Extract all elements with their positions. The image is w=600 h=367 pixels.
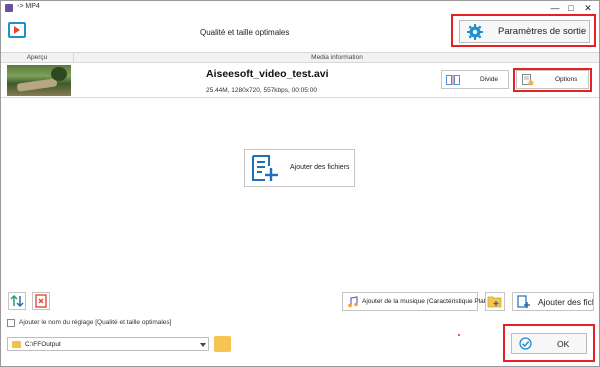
chevron-down-icon (200, 343, 206, 347)
video-converter-icon (8, 22, 26, 38)
delete-button[interactable] (32, 292, 50, 310)
add-files-toolbar-button[interactable]: Ajouter des fichiers (512, 292, 594, 311)
divide-button[interactable]: Divide (441, 70, 509, 89)
options-label: Options (555, 76, 578, 83)
folder-add-icon (487, 296, 502, 308)
gear-icon (467, 24, 483, 40)
column-preview: Aperçu (1, 53, 74, 62)
close-button[interactable]: ✕ (581, 2, 595, 14)
sort-icon (10, 294, 24, 308)
window-title: -> MP4 (17, 3, 40, 10)
cursor-dot (458, 334, 460, 336)
title-bar: -> MP4 — □ ✕ (1, 1, 599, 15)
add-music-button[interactable]: Ajouter de la musique (Caractéristique P… (342, 292, 496, 311)
folder-icon (12, 341, 21, 348)
sort-button[interactable] (8, 292, 26, 310)
minimize-button[interactable]: — (548, 2, 562, 14)
divide-label: Divide (480, 76, 499, 83)
output-settings-label: Paramètres de sortie (498, 26, 587, 37)
split-icon (446, 75, 460, 85)
preset-name-checkbox-label: Ajouter le nom du réglage [Qualité et ta… (19, 319, 172, 326)
column-media-info: Media information (311, 54, 363, 61)
app-icon (5, 4, 13, 12)
add-music-label: Ajouter de la musique (Caractéristique P… (362, 298, 497, 305)
file-info: 25.44M, 1280x720, 557kbps, 00:05:00 (206, 87, 317, 94)
add-folder-button[interactable] (485, 292, 505, 311)
ok-label: OK (557, 339, 570, 349)
output-path-value: C:\FFOutput (25, 341, 61, 348)
add-file-icon (517, 295, 530, 308)
video-thumbnail (7, 65, 71, 96)
options-button[interactable]: Options (516, 70, 589, 89)
output-settings-button[interactable]: Paramètres de sortie (459, 20, 590, 43)
table-header: Aperçu Media information (1, 52, 599, 63)
page-title: Qualité et taille optimales (200, 28, 290, 37)
preset-name-checkbox[interactable] (7, 319, 15, 327)
output-path-select[interactable]: C:\FFOutput (7, 337, 209, 351)
check-circle-icon (519, 337, 532, 350)
table-row[interactable]: Aiseesoft_video_test.avi 25.44M, 1280x72… (1, 63, 599, 98)
add-file-icon (252, 155, 278, 181)
file-name: Aiseesoft_video_test.avi (206, 68, 329, 80)
maximize-button[interactable]: □ (564, 2, 578, 14)
ok-button[interactable]: OK (511, 333, 587, 354)
add-files-label: Ajouter des fichiers (290, 164, 350, 171)
music-icon (348, 296, 358, 308)
edit-settings-icon (522, 74, 534, 86)
add-files-toolbar-label: Ajouter des fichiers (538, 297, 593, 307)
add-files-button[interactable]: Ajouter des fichiers (244, 149, 355, 187)
browse-folder-button[interactable] (214, 336, 231, 352)
delete-icon (35, 294, 47, 308)
